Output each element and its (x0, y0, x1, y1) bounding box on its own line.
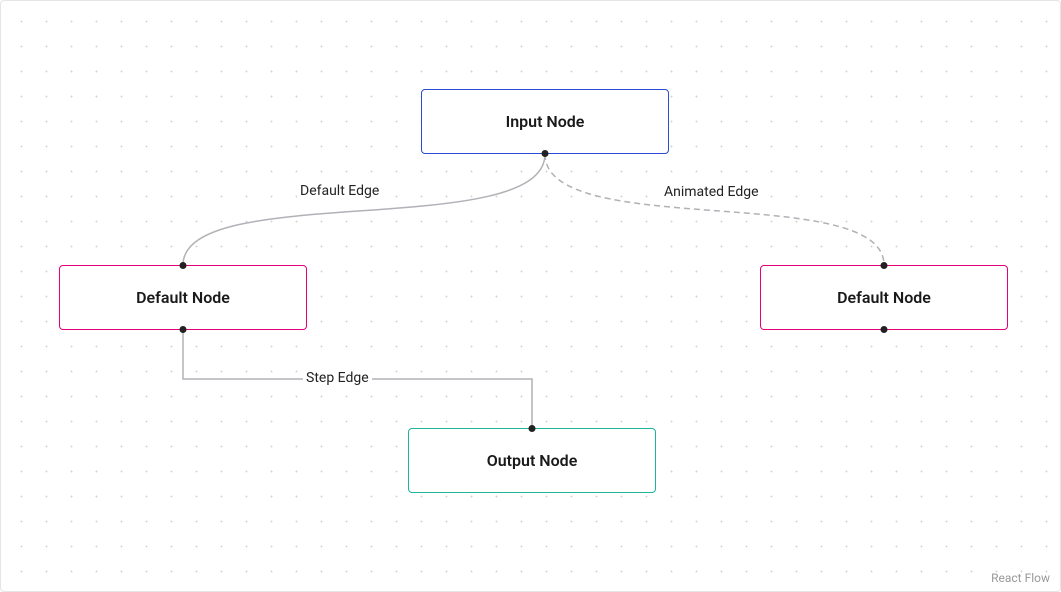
flow-canvas[interactable]: Default Edge Animated Edge Step Edge Inp… (0, 0, 1061, 592)
edge-label-default: Default Edge (297, 183, 382, 199)
node-label: Default Node (136, 288, 230, 307)
edge-label-animated: Animated Edge (661, 184, 762, 200)
edge-label-step: Step Edge (303, 370, 372, 386)
node-default-left[interactable]: Default Node (59, 265, 307, 330)
handle-target[interactable] (529, 425, 536, 432)
handle-target[interactable] (881, 262, 888, 269)
attribution-link[interactable]: React Flow (991, 571, 1050, 585)
handle-target[interactable] (180, 262, 187, 269)
handle-source[interactable] (180, 326, 187, 333)
node-output[interactable]: Output Node (408, 428, 656, 493)
handle-source[interactable] (542, 150, 549, 157)
node-label: Output Node (487, 451, 578, 470)
node-input[interactable]: Input Node (421, 89, 669, 154)
edge-animated[interactable] (545, 154, 884, 265)
node-label: Input Node (506, 112, 585, 131)
handle-source[interactable] (881, 326, 888, 333)
node-label: Default Node (837, 288, 931, 307)
node-default-right[interactable]: Default Node (760, 265, 1008, 330)
edge-default[interactable] (183, 154, 545, 265)
